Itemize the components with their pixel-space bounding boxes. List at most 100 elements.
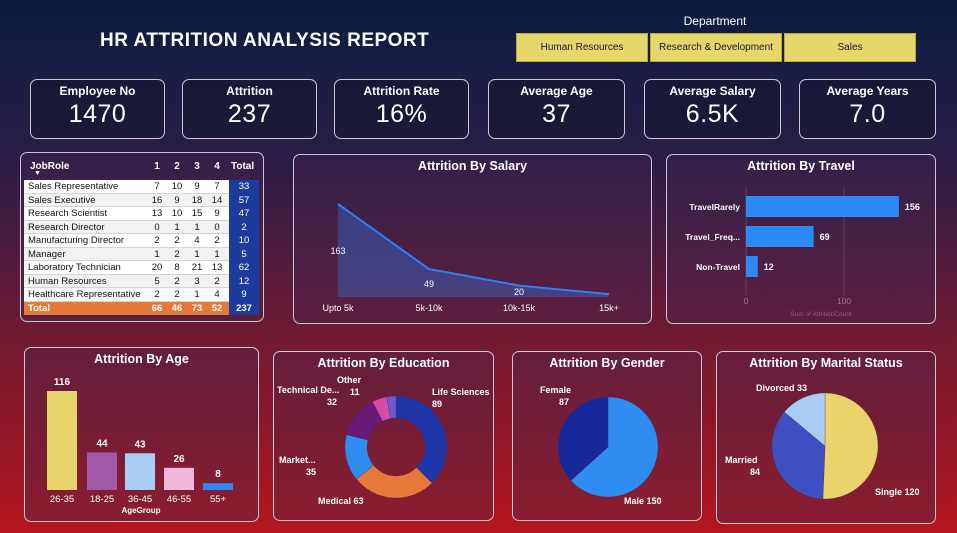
age-category-label: 46-55 — [167, 494, 191, 505]
pie-data-label: 11 — [350, 387, 360, 397]
cell-c3: 3 — [194, 275, 200, 287]
kpi-label: Attrition — [226, 84, 273, 98]
education-chart-panel[interactable]: Attrition By Education Life Sciences 89 Me… — [273, 351, 494, 521]
cell-c3: 18 — [191, 194, 203, 206]
cell-c2: 2 — [174, 289, 180, 300]
kpi-average-age: Average Age 37 — [488, 79, 625, 139]
department-slicer-label: Department — [683, 14, 747, 28]
travel-bar — [746, 196, 899, 217]
salary-data-label: 20 — [514, 287, 524, 297]
kpi-label: Average Age — [520, 84, 593, 98]
table-row[interactable]: Manager 1 2 1 1 5 — [24, 247, 259, 261]
cell-c2: 2 — [174, 248, 180, 260]
age-data-label: 43 — [134, 439, 146, 450]
cell-c4: 9 — [214, 208, 220, 219]
cell-jobrole: Sales Executive — [28, 194, 96, 206]
cell-c2: 9 — [174, 194, 180, 206]
cell-c3: 1 — [194, 221, 200, 233]
cell-c2: 8 — [174, 262, 180, 273]
cell-c2: 2 — [174, 275, 180, 287]
travel-category-label: TravelRarely — [689, 202, 740, 212]
kpi-value: 7.0 — [849, 100, 886, 128]
travel-chart-panel[interactable]: Attrition By Travel TravelRarely 156 Trave… — [666, 154, 936, 324]
table-row[interactable]: Human Resources 5 2 3 2 12 — [24, 274, 259, 288]
cell-jobrole: Laboratory Technician — [28, 262, 121, 273]
cell-total: 5 — [229, 247, 259, 261]
cell-c1: 5 — [154, 275, 160, 287]
cell-total: 2 — [229, 220, 259, 234]
pie-slice-single — [822, 392, 879, 500]
kpi-label: Average Salary — [669, 84, 756, 98]
marital-pie-chart: Single 120 Married 84 Divorced 33 — [725, 383, 920, 500]
pie-data-label: Medical 63 — [318, 496, 364, 506]
kpi-average-years: Average Years 7.0 — [799, 79, 936, 139]
header-col-2[interactable]: 2 — [170, 161, 184, 172]
cell-c3: 15 — [191, 208, 203, 219]
department-filter-sales[interactable]: Sales — [784, 33, 916, 62]
pie-data-label: 89 — [432, 399, 442, 409]
cell-c2: 1 — [174, 221, 180, 233]
age-bar — [203, 483, 233, 490]
table-total-row: Total 66 46 73 52 237 — [24, 301, 259, 315]
pie-data-label: Technical De... — [277, 385, 339, 395]
travel-axis-title: Sum of AttritionCount — [790, 311, 852, 318]
age-bar-chart: 116 26-35 44 18-25 43 36-45 26 46-55 8 55+ AgeGrou… — [47, 377, 233, 515]
cell-total: 33 — [229, 180, 259, 194]
table-row[interactable]: Healthcare Representative 2 2 1 4 9 — [24, 288, 259, 302]
table-row[interactable]: Research Scientist 13 10 15 9 47 — [24, 207, 259, 221]
age-axis-title: AgeGroup — [121, 506, 160, 515]
cell-c3: 1 — [194, 248, 200, 260]
cell-c3: 4 — [194, 235, 200, 246]
cell-total: 10 — [229, 234, 259, 248]
total-col-4: 52 — [211, 302, 223, 314]
age-category-label: 36-45 — [128, 494, 152, 505]
pie-data-label: 87 — [559, 397, 569, 407]
kpi-value: 6.5K — [685, 100, 740, 128]
cell-c3: 1 — [194, 289, 200, 300]
age-bar — [47, 391, 77, 490]
header-col-3[interactable]: 3 — [190, 161, 204, 172]
pie-data-label: Single 120 — [875, 487, 920, 497]
cell-c4: 7 — [214, 181, 220, 192]
table-row[interactable]: Sales Representative 7 10 9 7 33 — [24, 180, 259, 194]
department-filter-research-development[interactable]: Research & Development — [650, 33, 782, 62]
age-chart-panel[interactable]: Attrition By Age 116 26-35 44 18-25 43 36-45 2… — [24, 347, 259, 522]
table-row[interactable]: Sales Executive 16 9 18 14 57 — [24, 193, 259, 207]
travel-bar — [746, 226, 814, 247]
department-filter-human-resources[interactable]: Human Resources — [516, 33, 648, 62]
header-col-1[interactable]: 1 — [150, 161, 164, 172]
marital-chart-panel[interactable]: Attrition By Marital Status Single 120 Ma… — [716, 351, 936, 524]
cell-total: 9 — [229, 288, 259, 302]
kpi-attrition-rate: Attrition Rate 16% — [334, 79, 469, 139]
salary-chart-panel[interactable]: Attrition By Salary 163 49 20 Upto 5k 5k-10k… — [293, 154, 652, 324]
education-donut-chart: Life Sciences 89 Medical 63 Market... 35 Tech… — [277, 375, 490, 506]
salary-tick-label: 5k-10k — [415, 303, 443, 313]
header-total[interactable]: Total — [231, 161, 254, 172]
header-col-4[interactable]: 4 — [210, 161, 224, 172]
kpi-value: 37 — [542, 100, 571, 128]
cell-jobrole: Healthcare Representative — [28, 289, 141, 300]
jobrole-matrix-table[interactable]: JobRole ▼ 1 2 3 4 Total Sales Representa… — [24, 154, 259, 315]
cell-c1: 2 — [154, 235, 160, 246]
sort-desc-icon[interactable]: ▼ — [34, 170, 41, 177]
age-data-label: 26 — [173, 454, 185, 465]
table-row[interactable]: Manufacturing Director 2 2 4 2 10 — [24, 234, 259, 248]
table-row[interactable]: Laboratory Technician 20 8 21 13 62 — [24, 261, 259, 275]
total-col-1: 66 — [151, 302, 163, 314]
cell-c2: 2 — [174, 235, 180, 246]
kpi-average-salary: Average Salary 6.5K — [644, 79, 781, 139]
cell-c2: 10 — [171, 208, 183, 219]
cell-c4: 13 — [211, 262, 223, 273]
table-row[interactable]: Research Director 0 1 1 0 2 — [24, 220, 259, 234]
cell-jobrole: Manufacturing Director — [28, 235, 125, 246]
salary-area-chart: 163 49 20 Upto 5k 5k-10k 10k-15k 15k+ — [322, 203, 619, 313]
pie-data-label: Market... — [279, 455, 316, 465]
cell-jobrole: Research Scientist — [28, 208, 108, 219]
cell-c4: 4 — [214, 289, 220, 300]
age-bar — [87, 452, 117, 490]
travel-data-label: 12 — [764, 262, 774, 272]
cell-c4: 2 — [214, 235, 220, 246]
pie-data-label: Divorced 33 — [756, 383, 807, 393]
gender-chart-panel[interactable]: Attrition By Gender Male 150 Female 87 — [512, 351, 702, 521]
cell-c1: 16 — [151, 194, 163, 206]
